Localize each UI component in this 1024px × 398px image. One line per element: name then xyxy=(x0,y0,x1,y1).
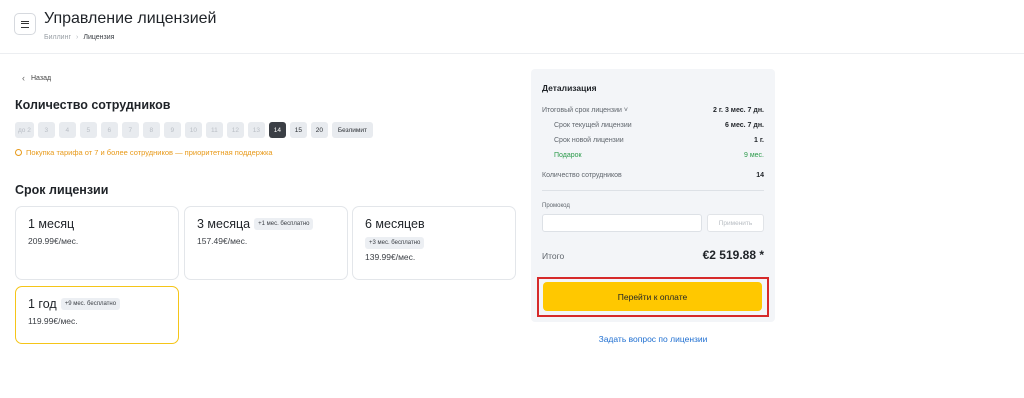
chevron-right-icon: › xyxy=(76,34,79,41)
employees-label: Количество сотрудников xyxy=(542,172,622,179)
employee-option-12[interactable]: 12 xyxy=(226,122,244,138)
employees-value: 14 xyxy=(756,172,764,179)
total-value: €2 519.88 * xyxy=(702,248,764,262)
total-term-row[interactable]: Итоговый срок лицензии ˅ 2 г. 3 мес. 7 д… xyxy=(542,107,764,114)
support-icon xyxy=(15,149,22,156)
plan-card-3-months[interactable]: 3 месяца +1 мес. бесплатно 157.49€/мес. xyxy=(184,206,348,280)
page-title: Управление лицензией xyxy=(44,10,217,27)
plan-card-1-month[interactable]: 1 месяц 209.99€/мес. xyxy=(15,206,179,280)
new-license-label: Срок новой лицензии xyxy=(554,137,624,144)
gift-label: Подарок xyxy=(554,152,582,159)
employee-option-7[interactable]: 7 xyxy=(121,122,139,138)
priority-support-note: Покупка тарифа от 7 и более сотрудников … xyxy=(15,148,273,157)
total-term-label: Итоговый срок лицензии ˅ xyxy=(542,107,629,114)
plan-name: 1 год xyxy=(28,297,57,311)
breadcrumb-billing[interactable]: Биллинг xyxy=(44,34,71,41)
employee-count-selector: до 2 3 4 5 6 7 8 9 10 11 12 13 14 15 20 … xyxy=(15,122,373,138)
employee-option-8[interactable]: 8 xyxy=(142,122,160,138)
current-license-value: 6 мес. 7 дн. xyxy=(724,122,764,129)
bonus-badge: +9 мес. бесплатно xyxy=(60,298,121,310)
new-license-value: 1 г. xyxy=(754,137,764,144)
ask-license-question-link[interactable]: Задать вопрос по лицензии xyxy=(531,334,775,344)
total-term-value: 2 г. 3 мес. 7 дн. xyxy=(713,107,764,114)
employee-option-11[interactable]: 11 xyxy=(205,122,223,138)
back-label: Назад xyxy=(31,74,52,82)
bonus-badge: +3 мес. бесплатно xyxy=(365,237,425,249)
priority-support-text: Покупка тарифа от 7 и более сотрудников … xyxy=(26,148,273,157)
back-link[interactable]: ‹ Назад xyxy=(22,73,51,83)
employee-option-6[interactable]: 6 xyxy=(100,122,118,138)
plan-price: 209.99€/мес. xyxy=(28,236,79,246)
promo-code-input[interactable] xyxy=(542,214,702,232)
details-title: Детализация xyxy=(542,83,597,93)
apply-promo-button[interactable]: Применить xyxy=(707,214,764,232)
term-heading: Срок лицензии xyxy=(15,183,109,197)
page-header: Управление лицензией Биллинг › Лицензия xyxy=(0,0,1024,54)
employee-option-20[interactable]: 20 xyxy=(310,122,328,138)
employees-heading: Количество сотрудников xyxy=(15,98,171,112)
chevron-up-icon: ˅ xyxy=(623,107,629,114)
employee-option-3[interactable]: 3 xyxy=(37,122,55,138)
menu-toggle-button[interactable] xyxy=(14,13,36,35)
employees-row: Количество сотрудников 14 xyxy=(542,172,764,179)
employee-option-4[interactable]: 4 xyxy=(58,122,76,138)
employee-option-5[interactable]: 5 xyxy=(79,122,97,138)
plan-price: 119.99€/мес. xyxy=(28,316,78,326)
proceed-to-payment-button[interactable]: Перейти к оплате xyxy=(543,282,762,311)
employee-option-9[interactable]: 9 xyxy=(163,122,181,138)
employee-option-15[interactable]: 15 xyxy=(289,122,307,138)
hamburger-icon xyxy=(21,20,29,28)
plan-card-1-year[interactable]: 1 год +9 мес. бесплатно 119.99€/мес. xyxy=(15,286,179,344)
current-license-label: Срок текущей лицензии xyxy=(554,122,632,129)
plan-name: 3 месяца xyxy=(197,217,251,231)
divider xyxy=(542,190,764,191)
employee-option-2[interactable]: до 2 xyxy=(15,122,34,138)
current-license-row: Срок текущей лицензии 6 мес. 7 дн. xyxy=(554,122,764,129)
bonus-badge: +1 мес. бесплатно xyxy=(254,218,314,230)
plan-price: 157.49€/мес. xyxy=(197,236,248,246)
breadcrumb: Биллинг › Лицензия xyxy=(44,34,114,41)
employee-option-unlimited[interactable]: Безлимит xyxy=(331,122,373,138)
chevron-left-icon: ‹ xyxy=(22,73,25,83)
promo-label: Промокод xyxy=(542,203,570,209)
breadcrumb-license: Лицензия xyxy=(83,34,115,41)
total-label: Итого xyxy=(542,251,565,261)
new-license-row: Срок новой лицензии 1 г. xyxy=(554,137,764,144)
employee-option-14[interactable]: 14 xyxy=(268,122,286,138)
gift-value: 9 мес. xyxy=(744,152,764,159)
employee-option-10[interactable]: 10 xyxy=(184,122,202,138)
plan-name: 1 месяц xyxy=(28,217,75,231)
plan-price: 139.99€/мес. xyxy=(365,252,416,262)
plan-name: 6 месяцев xyxy=(365,217,425,231)
employee-option-13[interactable]: 13 xyxy=(247,122,265,138)
plan-card-6-months[interactable]: 6 месяцев +3 мес. бесплатно 139.99€/мес. xyxy=(352,206,516,280)
gift-row: Подарок 9 мес. xyxy=(554,152,764,159)
